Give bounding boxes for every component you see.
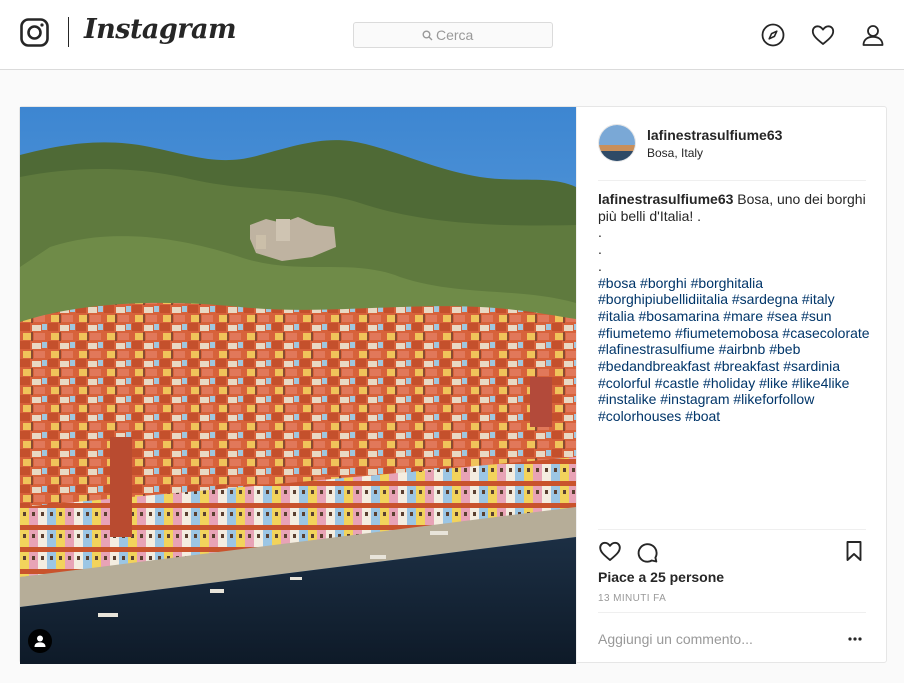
compass-icon[interactable] <box>760 22 786 48</box>
header-divider <box>598 180 866 181</box>
caption-hashtags[interactable]: #bosa #borghi #borghitalia #borghipiubel… <box>598 275 870 425</box>
top-navigation-bar: Instagram <box>0 0 904 70</box>
post-card: lafinestrasulfiume63 Bosa, Italy lafines… <box>19 106 888 664</box>
instagram-camera-icon[interactable] <box>20 18 49 47</box>
instagram-wordmark[interactable]: Instagram <box>84 14 237 45</box>
search-icon <box>422 30 433 41</box>
avatar[interactable] <box>598 124 636 162</box>
comment-icon[interactable] <box>635 539 659 563</box>
avatar-image <box>599 125 635 161</box>
user-tag-icon[interactable] <box>28 629 52 653</box>
post-actions <box>577 537 888 567</box>
likes-count[interactable]: Piace a 25 persone <box>598 569 724 585</box>
post-timestamp[interactable]: 13 minuti fa <box>598 593 666 604</box>
bosa-aerial-photo <box>20 107 576 664</box>
heart-icon[interactable] <box>810 22 836 48</box>
post-caption: lafinestrasulfiume63 Bosa, uno dei borgh… <box>598 191 870 425</box>
post-location[interactable]: Bosa, Italy <box>647 146 703 160</box>
actions-divider <box>598 529 866 530</box>
search-input[interactable] <box>436 25 546 45</box>
post-header: lafinestrasulfiume63 Bosa, Italy <box>577 107 888 181</box>
like-heart-icon[interactable] <box>598 539 622 563</box>
caption-username[interactable]: lafinestrasulfiume63 <box>598 191 733 207</box>
post-username[interactable]: lafinestrasulfiume63 <box>647 127 782 143</box>
comment-input[interactable] <box>598 627 828 651</box>
post-photo[interactable] <box>20 107 576 664</box>
bookmark-icon[interactable] <box>842 539 866 563</box>
comment-divider <box>598 612 866 613</box>
caption-dots: . . . <box>598 224 602 274</box>
logo-divider <box>68 17 69 47</box>
profile-icon[interactable] <box>860 22 886 48</box>
more-options-icon[interactable] <box>847 631 863 647</box>
search-box[interactable] <box>353 22 553 48</box>
post-sidebar: lafinestrasulfiume63 Bosa, Italy lafines… <box>576 107 888 664</box>
